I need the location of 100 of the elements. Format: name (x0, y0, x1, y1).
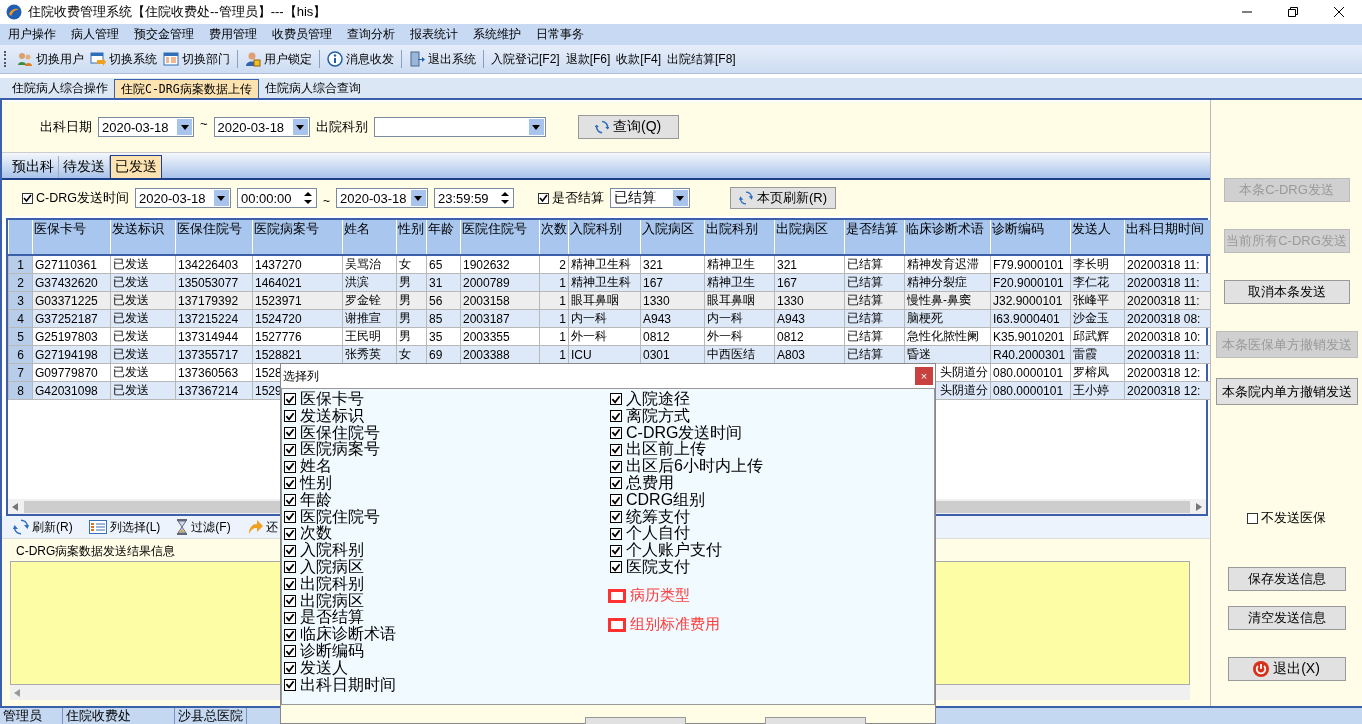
exit-button[interactable]: 退出(X) (1227, 657, 1346, 681)
column-header[interactable]: 医院住院号 (460, 220, 540, 255)
column-header[interactable]: 诊断编码 (990, 220, 1071, 255)
close-button[interactable]: × (915, 367, 933, 385)
toolbar-button[interactable]: 切换系统 (87, 50, 160, 68)
time-field[interactable]: 00:00:00 (236, 188, 317, 208)
checkbox[interactable]: 不发送医保 (1247, 509, 1326, 527)
hourglass-icon (176, 519, 189, 535)
toolbar-button[interactable]: 过滤(F) (173, 518, 234, 536)
column-header[interactable]: 次数 (539, 220, 569, 255)
checkbox[interactable]: 医院支付 (610, 558, 934, 576)
toolbar-button[interactable]: 入院登记[F2] (488, 50, 563, 68)
column-header[interactable]: 入院病区 (640, 220, 705, 255)
checkbox[interactable]: 入院科别 (284, 542, 608, 559)
column-header[interactable]: 医保卡号 (32, 220, 111, 255)
side-button[interactable]: 本条院内单方撤销发送 (1215, 378, 1358, 405)
checkbox[interactable]: 个人账户支付 (610, 542, 934, 559)
toolbar-button[interactable]: 收款[F4] (613, 50, 664, 68)
checkbox[interactable]: 姓名 (284, 458, 608, 475)
checkbox[interactable]: 次数 (284, 525, 608, 543)
refresh-icon (595, 120, 609, 134)
checkbox[interactable]: 医院病案号 (284, 441, 608, 459)
menu-item[interactable]: 报表统计 (410, 26, 458, 43)
column-header[interactable]: 性别 (396, 220, 427, 255)
menu-item[interactable]: 收费员管理 (272, 26, 332, 43)
settled-dropdown[interactable]: 已结算 (610, 188, 690, 208)
column-header[interactable]: 出院科别 (704, 220, 775, 255)
menu-item[interactable]: 预交金管理 (134, 26, 194, 43)
page-tab[interactable]: 住院病人综合操作 (6, 78, 114, 98)
time-field[interactable]: 23:59:59 (434, 188, 514, 208)
toolbar-button[interactable]: 出院结算[F8] (664, 50, 739, 68)
scroll-left-icon[interactable] (14, 688, 20, 697)
checkbox[interactable]: 总费用 (610, 475, 934, 492)
scroll-left-icon[interactable] (12, 502, 18, 511)
query-button[interactable]: 查询(Q) (577, 115, 679, 139)
date-field[interactable]: 2020-03-18 (98, 117, 194, 137)
toolbar-button[interactable]: 退款[F6] (562, 50, 614, 68)
checkbox[interactable]: 性别 (284, 475, 608, 492)
toolbar-button[interactable]: 刷新(R) (10, 518, 76, 536)
toolbar-button[interactable]: 切换部门 (160, 50, 233, 68)
column-header[interactable]: 发送标识 (110, 220, 176, 255)
table-cell: 罗榕凤 (1070, 363, 1125, 382)
checkbox[interactable]: 是否结算 (538, 189, 604, 207)
checkbox[interactable]: 离院方式 (610, 407, 934, 425)
table-cell: 王民明 (342, 327, 397, 346)
date-field[interactable]: 2020-03-18 (134, 188, 231, 208)
checkbox[interactable]: 个人自付 (610, 525, 934, 543)
checkbox[interactable]: 是否结算 (284, 609, 608, 627)
column-header[interactable]: 发送人 (1070, 220, 1125, 255)
column-header[interactable]: 医院病案号 (252, 220, 343, 255)
checkbox[interactable]: 出科日期时间 (284, 676, 608, 694)
column-header[interactable]: 入院科别 (568, 220, 641, 255)
checkbox[interactable]: 发送标识 (284, 407, 608, 425)
date-field[interactable]: 2020-03-18 (213, 117, 310, 137)
department-dropdown[interactable] (373, 117, 546, 137)
menu-item[interactable]: 费用管理 (209, 26, 257, 43)
column-header[interactable]: 医保住院号 (175, 220, 253, 255)
side-button[interactable]: 保存发送信息 (1227, 567, 1346, 591)
toolbar-button[interactable]: 用户锁定 (242, 50, 315, 68)
column-header[interactable]: 临床诊断术语 (904, 220, 991, 255)
toolbar-button[interactable]: 消息收发 (324, 50, 397, 68)
toolbar-button[interactable]: 列选择(L) (85, 518, 164, 536)
checkbox[interactable]: C-DRG发送时间 (610, 424, 934, 442)
toolbar-button[interactable]: 还 (243, 518, 281, 536)
sub-tab[interactable]: 预出科 (8, 156, 59, 178)
checkbox[interactable]: 出院病区 (284, 592, 608, 610)
date-field[interactable]: 2020-03-18 (336, 188, 428, 208)
checkbox[interactable]: CDRG组别 (610, 491, 934, 509)
column-header[interactable]: 年龄 (426, 220, 461, 255)
checkbox[interactable]: 入院病区 (284, 558, 608, 576)
checkbox[interactable]: 医院住院号 (284, 508, 608, 526)
checkbox[interactable]: 出区后6小时内上传 (610, 458, 934, 475)
side-button[interactable]: 取消本条发送 (1223, 280, 1350, 304)
scroll-right-icon[interactable] (1196, 502, 1202, 511)
menu-item[interactable]: 用户操作 (8, 26, 56, 43)
side-button[interactable]: 清空发送信息 (1227, 606, 1346, 630)
page-tab[interactable]: 住院病人综合查询 (258, 78, 367, 98)
refresh-button[interactable]: 本页刷新(R) (730, 187, 836, 209)
sub-tab[interactable]: 已发送 (110, 155, 162, 178)
column-header[interactable]: 是否结算 (844, 220, 905, 255)
menu-item[interactable]: 系统维护 (473, 26, 521, 43)
menu-item[interactable]: 病人管理 (71, 26, 119, 43)
checkbox[interactable]: 诊断编码 (284, 642, 608, 660)
restore-icon[interactable] (1288, 7, 1298, 17)
column-header[interactable]: 出科日期时间 (1124, 220, 1211, 255)
checkbox[interactable]: 临床诊断术语 (284, 626, 608, 643)
page-tab[interactable]: 住院C-DRG病案数据上传 (114, 79, 259, 98)
checkbox[interactable]: 医保住院号 (284, 424, 608, 442)
close-icon[interactable] (1334, 7, 1344, 17)
checkbox[interactable]: 统筹支付 (610, 508, 934, 526)
checkbox[interactable]: 出院科别 (284, 575, 608, 593)
column-header[interactable]: 姓名 (342, 220, 397, 255)
menu-item[interactable]: 日常事务 (536, 26, 584, 43)
toolbar-button[interactable]: 退出系统 (406, 50, 479, 68)
column-header[interactable]: 出院病区 (774, 220, 845, 255)
menu-item[interactable]: 查询分析 (347, 26, 395, 43)
checkbox[interactable]: C-DRG发送时间 (22, 189, 129, 207)
toolbar-button[interactable]: 切换用户 (14, 50, 87, 68)
checkbox[interactable]: 发送人 (284, 659, 608, 677)
checkbox[interactable]: 年龄 (284, 491, 608, 509)
